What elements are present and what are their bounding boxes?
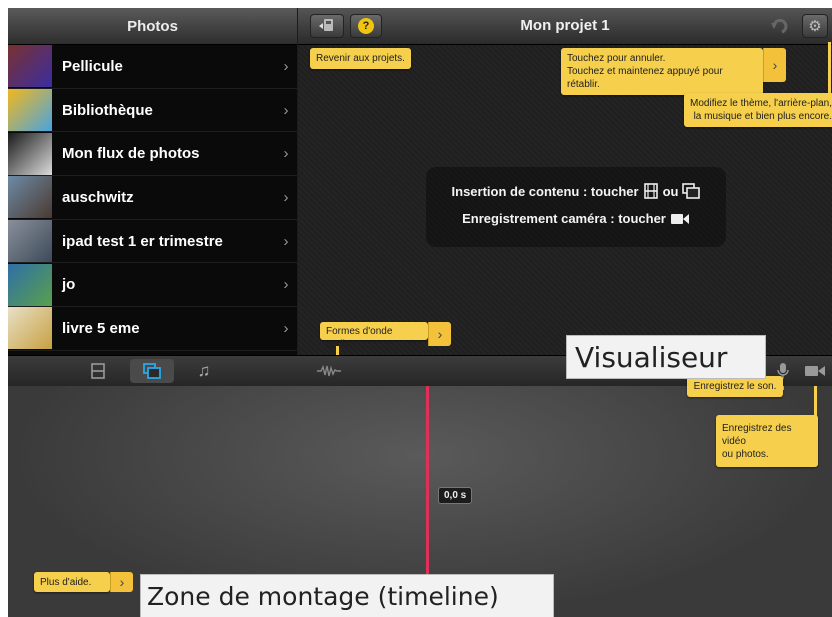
- undo-tip-button[interactable]: ›: [763, 48, 786, 82]
- photos-header: Photos: [8, 8, 297, 45]
- photos-icon: [682, 183, 701, 199]
- record-camera-text: Enregistrement caméra : toucher: [462, 211, 666, 226]
- project-viewer: ? Mon projet 1 ⚙ Revenir aux projets. To…: [298, 8, 832, 355]
- gear-icon: ⚙: [808, 18, 822, 35]
- undo-tip-line1: Touchez pour annuler.: [567, 53, 666, 64]
- album-label: Mon flux de photos: [62, 145, 200, 163]
- chevron-right-icon: ›: [283, 57, 289, 75]
- viewer-annotation: Visualiseur: [566, 335, 766, 379]
- waveform-tip: Formes d'onde audio.: [320, 322, 428, 350]
- audio-tab[interactable]: ♫: [194, 361, 214, 380]
- music-note-icon: ♫: [197, 361, 211, 380]
- chevron-right-icon: ›: [283, 276, 289, 294]
- project-title: Mon projet 1: [520, 17, 610, 34]
- chevron-right-icon: ›: [283, 188, 289, 206]
- chevron-right-icon: ›: [283, 101, 289, 119]
- waveform-tip-stem: [336, 346, 339, 355]
- album-thumbnail: [8, 307, 52, 350]
- settings-tip-line1: Modifiez le thème, l'arrière-plan,: [690, 98, 832, 109]
- camera-icon: [805, 366, 825, 376]
- settings-button[interactable]: ⚙: [802, 14, 828, 38]
- album-row[interactable]: Pellicule ›: [8, 45, 297, 89]
- waveform-button[interactable]: [316, 362, 342, 380]
- album-row[interactable]: Mon flux de photos ›: [8, 132, 297, 177]
- record-video-tip-line1: Enregistrez des vidéo: [722, 423, 792, 447]
- album-label: livre 5 eme: [62, 319, 140, 337]
- timeline[interactable]: 0,0 s Enregistrez le son. Enregistrez de…: [8, 376, 832, 617]
- film-icon: [91, 363, 105, 379]
- settings-tip-stem: [828, 42, 831, 94]
- undo-icon: [771, 18, 788, 34]
- back-projects-tip: Revenir aux projets.: [310, 48, 411, 69]
- album-label: Pellicule: [62, 57, 123, 75]
- album-label: jo: [62, 276, 76, 294]
- album-thumbnail: [8, 45, 52, 88]
- record-video-button[interactable]: [802, 362, 828, 380]
- record-camera-line: Enregistrement caméra : toucher: [426, 211, 726, 226]
- undo-tip: Touchez pour annuler. Touchez et mainten…: [561, 48, 763, 95]
- waveform-icon: [317, 364, 341, 377]
- photos-tab[interactable]: [130, 359, 174, 383]
- album-row[interactable]: auschwitz ›: [8, 176, 297, 220]
- record-video-tip-line2: ou photos.: [722, 449, 769, 460]
- chevron-right-icon: ›: [283, 232, 289, 250]
- more-help-tip-text: Plus d'aide.: [40, 577, 92, 588]
- album-label: ipad test 1 er trimestre: [62, 232, 223, 250]
- album-list: Pellicule › Bibliothèque › Mon flux de photo…: [8, 45, 297, 351]
- photos-panel: Photos Pellicule › Bibliothèque › Mon flux d…: [8, 8, 297, 355]
- album-thumbnail: [8, 263, 52, 306]
- album-label: Bibliothèque: [62, 101, 153, 119]
- album-row[interactable]: jo ›: [8, 263, 297, 308]
- album-thumbnail: [8, 176, 52, 219]
- chevron-right-icon: ›: [437, 326, 443, 342]
- chevron-right-icon: ›: [283, 319, 289, 337]
- imovie-app: Photos Pellicule › Bibliothèque › Mon flux d…: [8, 8, 832, 617]
- photos-icon: [143, 363, 161, 379]
- empty-project-message: Insertion de contenu : toucher ou Enregi…: [426, 167, 726, 247]
- playhead-time: 0,0 s: [438, 487, 473, 504]
- camera-icon: [670, 213, 689, 224]
- record-sound-tip-text: Enregistrez le son.: [693, 381, 777, 392]
- album-thumbnail: [8, 220, 52, 263]
- more-help-tip: Plus d'aide.: [34, 572, 110, 592]
- settings-tip: Modifiez le thème, l'arrière-plan, la mu…: [684, 93, 832, 127]
- album-row[interactable]: livre 5 eme ›: [8, 307, 297, 351]
- album-row[interactable]: ipad test 1 er trimestre ›: [8, 220, 297, 264]
- waveform-tip-button[interactable]: ›: [428, 322, 451, 346]
- video-tab[interactable]: [88, 362, 108, 380]
- album-thumbnail: [8, 132, 52, 175]
- album-row[interactable]: Bibliothèque ›: [8, 89, 297, 133]
- album-label: auschwitz: [62, 188, 134, 206]
- insert-or-text: ou: [662, 183, 679, 199]
- album-thumbnail: [8, 89, 52, 132]
- undo-tip-line2: Touchez et maintenez appuyé pour rétabli…: [567, 66, 723, 90]
- undo-button[interactable]: [764, 14, 794, 38]
- settings-tip-line2: la musique et bien plus encore.: [693, 111, 832, 122]
- timeline-zone-annotation: Zone de montage (timeline): [140, 574, 554, 617]
- insert-content-line: Insertion de contenu : toucher ou: [426, 183, 726, 199]
- film-icon: [643, 183, 658, 199]
- project-header: ? Mon projet 1 ⚙: [298, 8, 832, 45]
- record-video-tip-stem: [814, 386, 817, 416]
- insert-content-text: Insertion de contenu : toucher: [451, 183, 639, 199]
- chevron-right-icon: ›: [119, 574, 125, 590]
- more-help-button[interactable]: ›: [110, 572, 133, 592]
- chevron-right-icon: ›: [283, 145, 289, 163]
- chevron-right-icon: ›: [772, 57, 778, 73]
- back-projects-tip-text: Revenir aux projets.: [316, 53, 405, 64]
- photos-title: Photos: [127, 17, 178, 35]
- record-video-tip: Enregistrez des vidéo ou photos.: [716, 415, 818, 467]
